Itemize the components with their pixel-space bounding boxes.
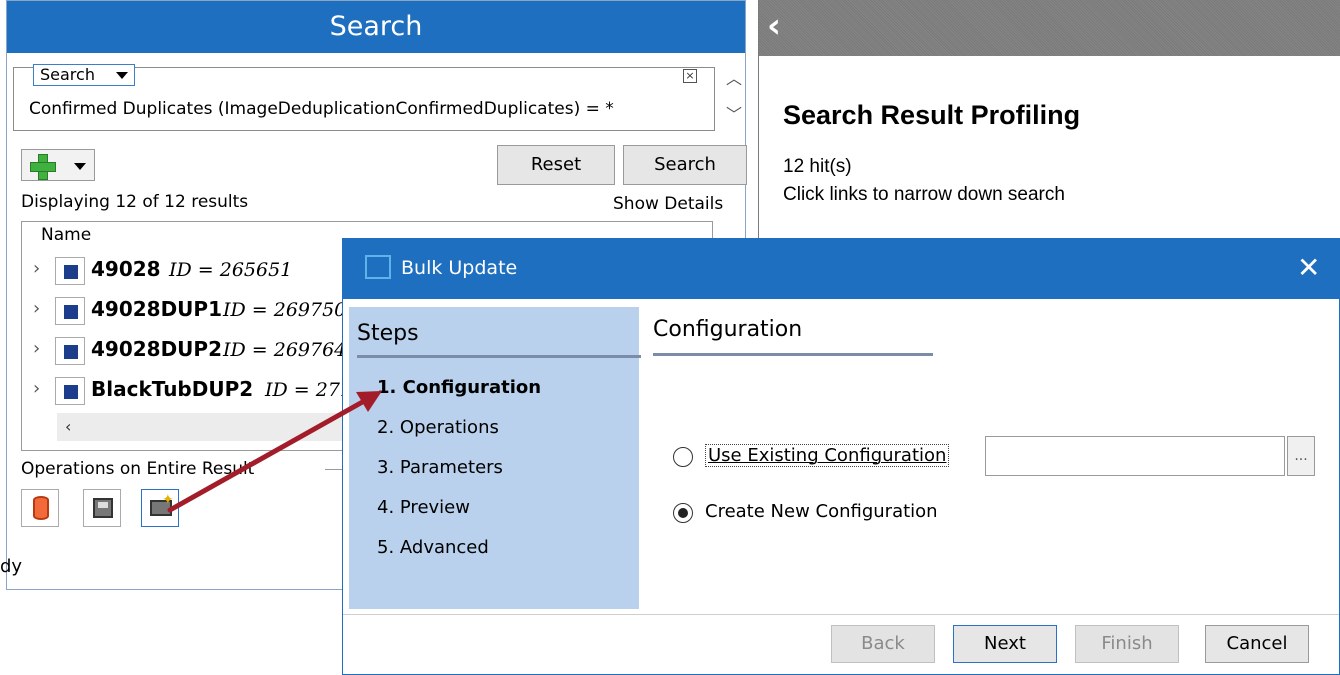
window-icon [365,255,391,279]
next-button-label: Next [984,633,1026,654]
create-new-label[interactable]: Create New Configuration [705,501,938,522]
step-operations[interactable]: 2. Operations [377,417,499,438]
narrow-search-hint: Click links to narrow down search [783,184,1065,205]
horizontal-scrollbar[interactable]: ‹ [57,413,357,441]
profiling-panel: ‹ Search Result Profiling 12 hit(s) Clic… [758,0,1340,260]
add-criteria-button[interactable] [21,149,95,181]
image-record-icon [55,377,85,405]
operations-group-label: Operations on Entire Result [21,459,255,479]
sparkle-icon: ✦ [162,492,174,508]
caret-down-icon [116,72,128,79]
use-existing-label[interactable]: Use Existing Configuration [705,444,950,467]
close-icon[interactable]: ✕ [1297,251,1320,284]
row-name: 49028 [91,257,161,281]
step-advanced[interactable]: 5. Advanced [377,537,489,558]
back-chevron-icon[interactable]: ‹ [767,6,781,46]
use-existing-radio[interactable] [673,447,693,467]
expand-arrow-icon[interactable]: › [33,338,40,359]
result-count: Displaying 12 of 12 results [21,192,249,212]
step-preview[interactable]: 4. Preview [377,497,470,518]
section-title: Configuration [653,317,803,342]
image-record-icon [55,297,85,325]
search-button[interactable]: Search [623,145,747,185]
steps-panel: Steps 1. Configuration 2. Operations 3. … [349,307,641,609]
row-id: ID = 269764 [223,339,347,361]
save-disk-icon [93,498,113,518]
profiling-header [759,0,1340,56]
query-text[interactable]: Confirmed Duplicates (ImageDeduplication… [29,99,614,119]
step-parameters[interactable]: 3. Parameters [377,457,503,478]
chevron-left-icon[interactable]: ‹ [65,417,71,436]
table-row[interactable]: › BlackTubDUP2 ID = 271 [21,374,353,408]
existing-config-field[interactable] [985,436,1285,476]
plus-icon [30,154,56,180]
chevron-up-icon[interactable]: ︿ [726,65,742,89]
query-scrollbar[interactable]: ︿ ﹀ [721,61,747,131]
row-name: 49028DUP2 [91,337,222,361]
image-record-icon [55,257,85,285]
query-field-dropdown-label: Search [40,65,95,84]
back-button-label: Back [861,633,905,654]
search-panel-title: Search [7,1,745,53]
footer-divider [343,614,1339,615]
browse-button[interactable]: ... [1287,436,1315,476]
table-row[interactable]: › 49028DUP2 ID = 269764 [21,334,351,368]
finish-button-label: Finish [1101,633,1153,654]
row-id: ID = 271 [265,379,353,401]
save-disk-button[interactable] [83,489,121,527]
expand-arrow-icon[interactable]: › [33,258,40,279]
close-icon[interactable]: × [683,69,697,83]
row-name: BlackTubDUP2 [91,377,254,401]
finish-button[interactable]: Finish [1075,625,1179,663]
step-configuration[interactable]: 1. Configuration [377,377,541,398]
caret-down-icon [74,163,86,170]
section-divider [653,353,933,356]
row-name: 49028DUP1 [91,297,222,321]
expand-arrow-icon[interactable]: › [33,378,40,399]
table-row[interactable]: › 49028DUP1 ID = 269750 [21,294,351,328]
create-new-radio[interactable] [673,503,693,523]
expand-arrow-icon[interactable]: › [33,298,40,319]
steps-divider [357,355,641,358]
row-id: ID = 265651 [169,259,293,281]
dialog-title: Bulk Update [401,257,518,279]
status-text: dy [0,556,23,577]
reset-button[interactable]: Reset [497,145,615,185]
bulk-update-button[interactable]: ✦ [141,489,179,527]
cancel-button-label: Cancel [1226,633,1288,654]
back-button[interactable]: Back [831,625,935,663]
next-button[interactable]: Next [953,625,1057,663]
row-id: ID = 269750 [223,299,347,321]
table-row[interactable]: › 49028 ID = 265651 [21,254,351,288]
show-details-link[interactable]: Show Details [613,194,723,214]
chevron-down-icon[interactable]: ﹀ [726,101,742,125]
steps-title: Steps [357,321,419,346]
name-column-header[interactable]: Name [41,225,91,245]
database-button[interactable] [21,489,59,527]
database-icon [33,496,49,520]
profiling-title: Search Result Profiling [783,100,1081,130]
query-field-dropdown[interactable]: Search [33,64,135,86]
cancel-button[interactable]: Cancel [1205,625,1309,663]
image-record-icon [55,337,85,365]
bulk-update-dialog: Bulk Update ✕ Steps 1. Configuration 2. … [342,238,1340,675]
hit-count: 12 hit(s) [783,156,852,177]
